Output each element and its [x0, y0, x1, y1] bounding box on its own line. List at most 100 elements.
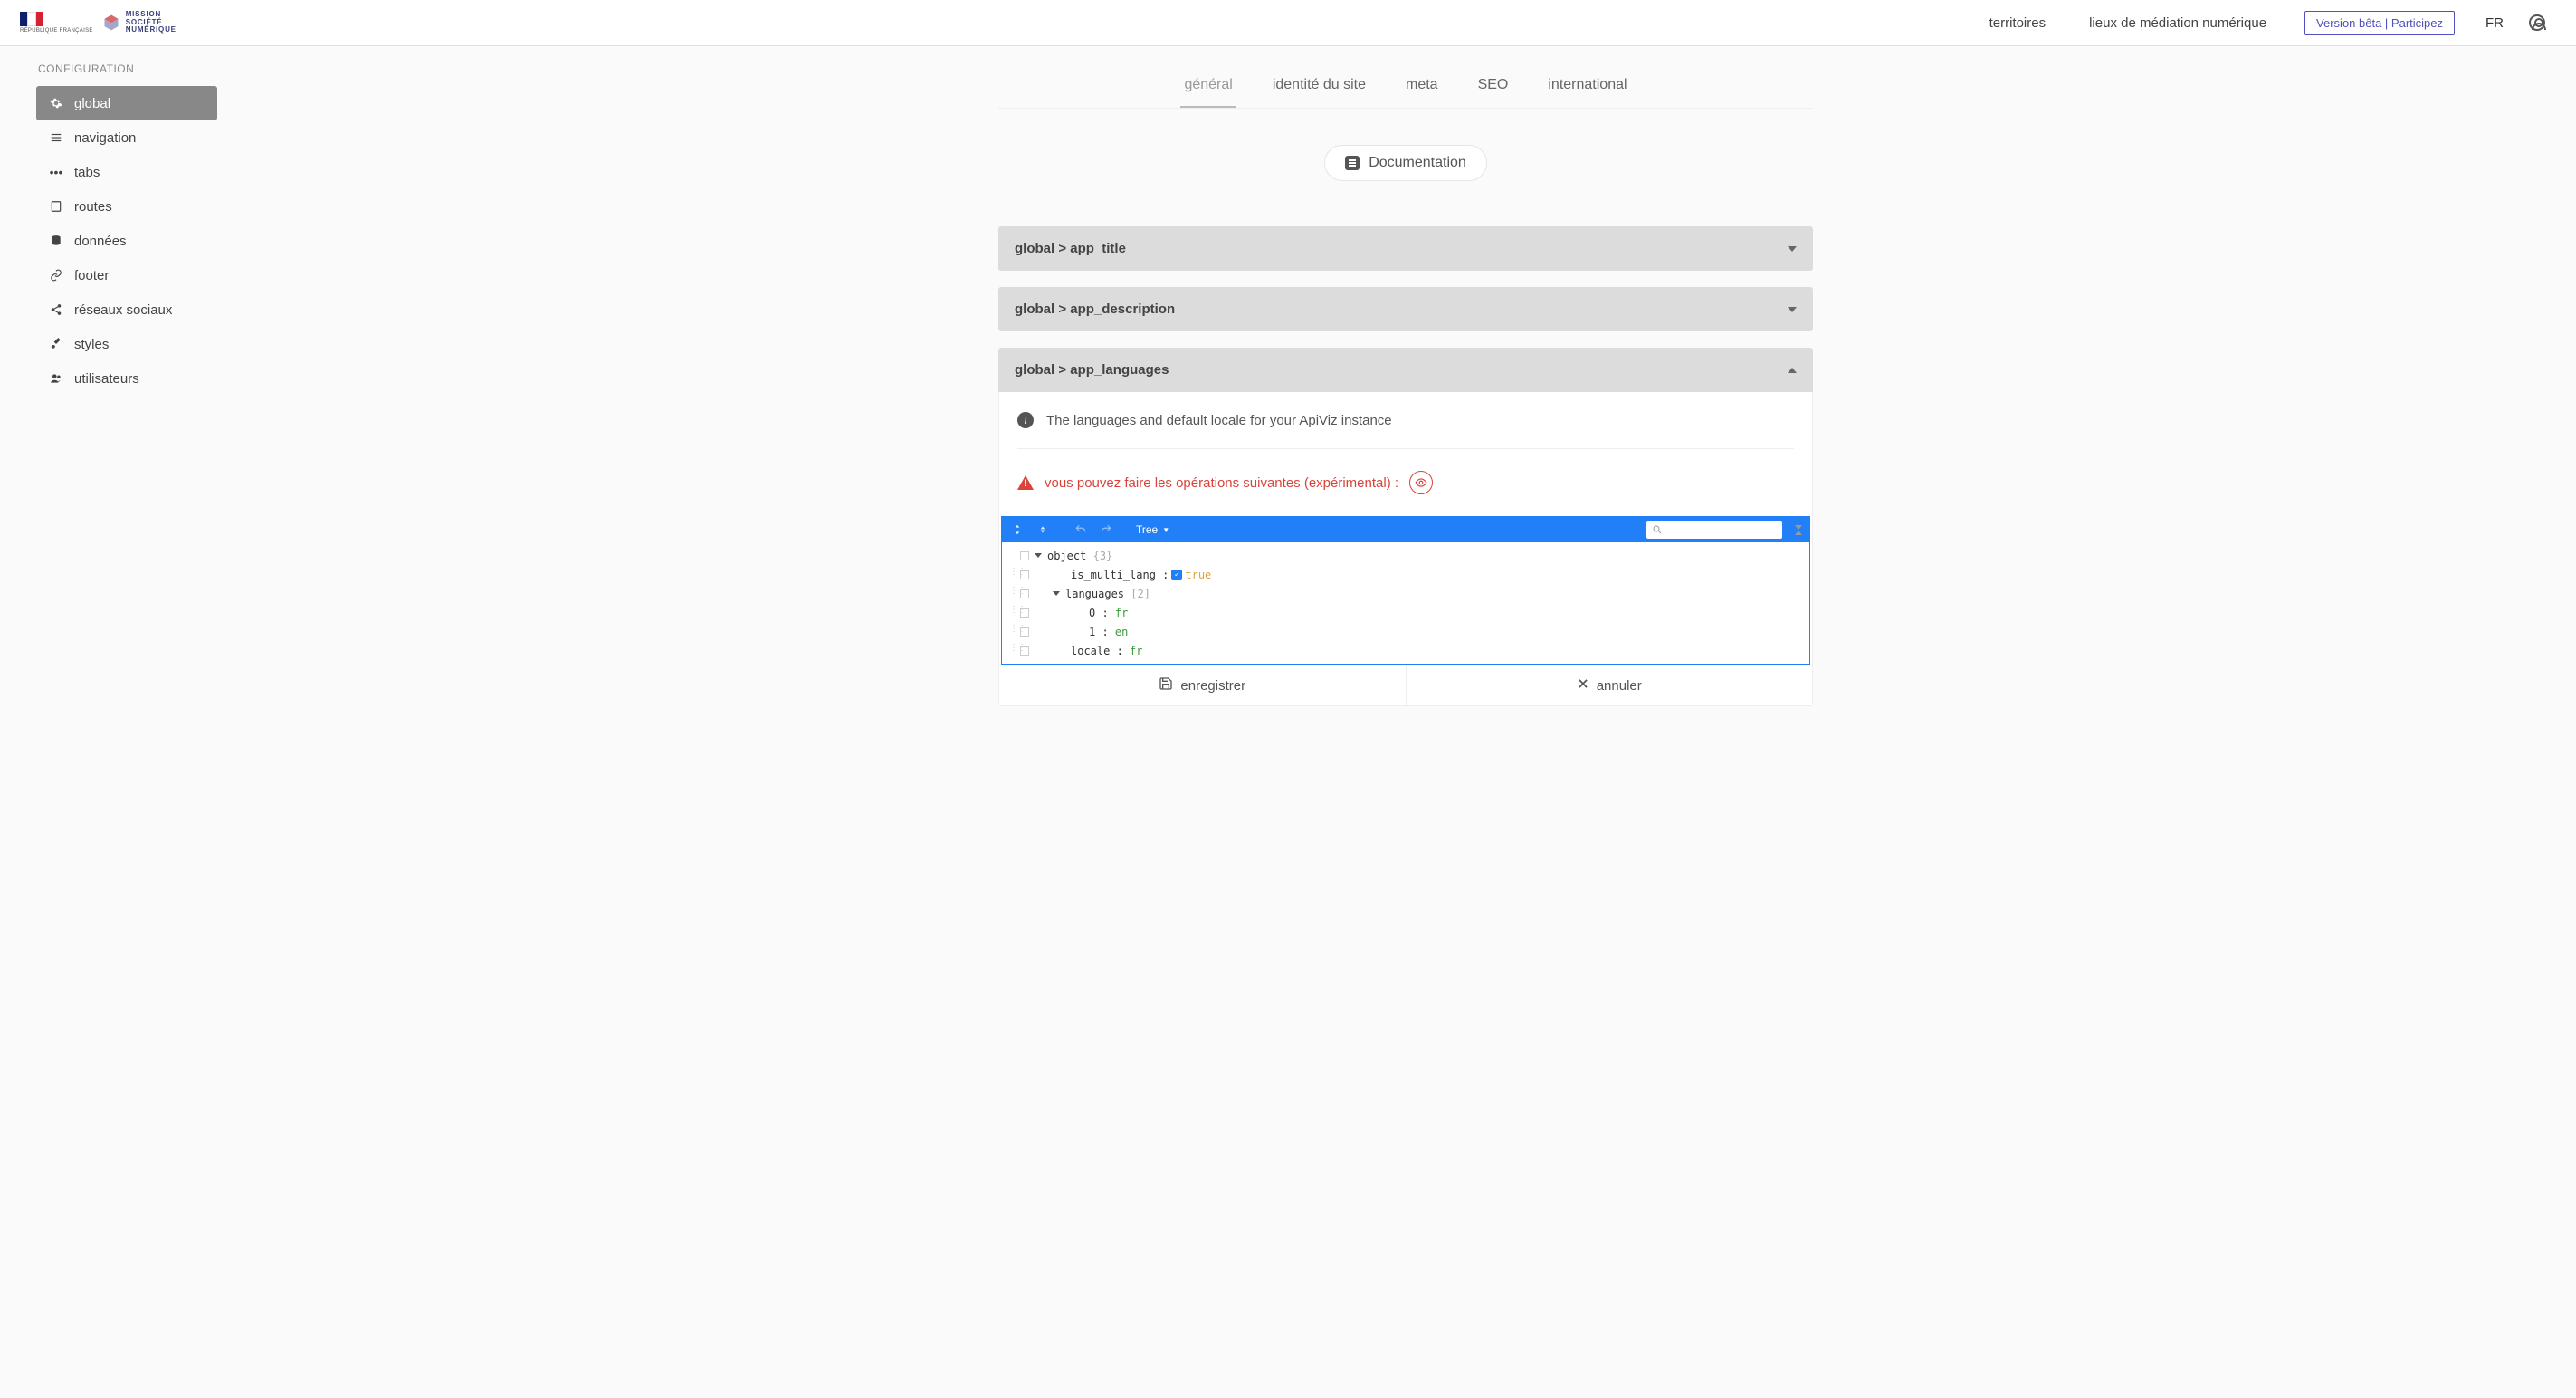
sidebar-item-label: footer [74, 268, 109, 283]
logo-block: RÉPUBLIQUE FRANÇAISE MISSION SOCIÉTÉ NUM… [20, 11, 177, 34]
chevron-down-icon [1788, 307, 1797, 312]
share-icon [49, 302, 63, 317]
json-editor: Tree ▼ [1001, 516, 1810, 665]
book-icon [1345, 156, 1360, 170]
sidebar-item-label: réseaux sociaux [74, 302, 172, 318]
panel-body: i The languages and default locale for y… [998, 392, 1813, 706]
chevron-down-icon [1788, 246, 1797, 252]
context-menu-icon[interactable] [1020, 570, 1029, 579]
nav-territoires[interactable]: territoires [1968, 15, 2068, 31]
sidebar-item-navigation[interactable]: navigation [36, 120, 217, 155]
warning-icon [1017, 475, 1034, 490]
search-nav[interactable] [1795, 525, 1802, 535]
drag-handle-icon[interactable]: ⋮⋮ [1009, 627, 1016, 637]
context-menu-icon[interactable] [1020, 646, 1029, 656]
sidebar-item-reseaux[interactable]: réseaux sociaux [36, 292, 217, 327]
mission-text: MISSION SOCIÉTÉ NUMÉRIQUE [126, 11, 177, 34]
tree-row-root[interactable]: object {3} [1002, 546, 1809, 565]
panel-app-title[interactable]: global > app_title [998, 226, 1813, 271]
page-icon [49, 199, 63, 214]
database-icon [49, 234, 63, 248]
panel-header: global > app_title [1015, 241, 1126, 256]
tab-meta[interactable]: meta [1402, 64, 1442, 108]
tab-general[interactable]: général [1180, 64, 1236, 108]
eye-button[interactable] [1409, 471, 1433, 494]
undo-button[interactable] [1073, 522, 1089, 538]
warn-row: vous pouvez faire les opérations suivant… [999, 449, 1812, 516]
sidebar-item-utilisateurs[interactable]: utilisateurs [36, 361, 217, 396]
language-selector[interactable]: FR [2471, 15, 2518, 31]
json-search-input[interactable] [1646, 521, 1782, 539]
save-icon [1159, 676, 1173, 694]
documentation-label: Documentation [1369, 155, 1466, 171]
panel-app-languages[interactable]: global > app_languages [998, 348, 1813, 392]
mission-logo: MISSION SOCIÉTÉ NUMÉRIQUE [102, 11, 177, 34]
json-tree: object {3} ⋮⋮ is_multi_lang : true [1002, 542, 1809, 664]
redo-button[interactable] [1098, 522, 1114, 538]
tree-row-languages[interactable]: ⋮⋮ languages [2] [1002, 584, 1809, 603]
context-menu-icon[interactable] [1020, 627, 1029, 637]
toggle-icon[interactable] [1053, 591, 1060, 596]
link-icon [49, 268, 63, 282]
gov-text: RÉPUBLIQUE FRANÇAISE [20, 28, 93, 34]
tab-identite[interactable]: identité du site [1269, 64, 1369, 108]
sidebar-item-styles[interactable]: styles [36, 327, 217, 361]
chevron-up-icon [1788, 368, 1797, 373]
sidebar-list: global navigation ••• tabs routes [36, 86, 235, 396]
json-toolbar: Tree ▼ [1002, 517, 1809, 542]
sidebar-item-label: utilisateurs [74, 371, 139, 387]
sidebar-item-donnees[interactable]: données [36, 224, 217, 258]
tree-row-locale[interactable]: ⋮⋮ locale : fr [1002, 641, 1809, 660]
panel-header: global > app_languages [1015, 362, 1169, 378]
checkbox-icon[interactable] [1171, 570, 1182, 580]
cancel-button[interactable]: annuler [1406, 665, 1813, 705]
drag-handle-icon[interactable]: ⋮⋮ [1009, 589, 1016, 599]
sidebar-item-global[interactable]: global [36, 86, 217, 120]
config-sidebar: CONFIGURATION global navigation ••• tabs [0, 46, 235, 759]
sidebar-item-label: navigation [74, 130, 136, 146]
context-menu-icon[interactable] [1020, 608, 1029, 618]
gov-logo: RÉPUBLIQUE FRANÇAISE [20, 12, 93, 34]
gear-icon [49, 96, 63, 110]
info-row: i The languages and default locale for y… [999, 392, 1812, 448]
toggle-icon[interactable] [1035, 553, 1042, 558]
sidebar-item-routes[interactable]: routes [36, 189, 217, 224]
beta-button[interactable]: Version bêta | Participez [2304, 11, 2455, 35]
drag-handle-icon[interactable]: ⋮⋮ [1009, 608, 1016, 618]
mode-dropdown[interactable]: Tree ▼ [1136, 523, 1169, 536]
sidebar-title: CONFIGURATION [36, 62, 235, 75]
sidebar-item-label: tabs [74, 165, 100, 180]
tree-row-multilang[interactable]: ⋮⋮ is_multi_lang : true [1002, 565, 1809, 584]
tab-seo[interactable]: SEO [1474, 64, 1512, 108]
sidebar-item-footer[interactable]: footer [36, 258, 217, 292]
menu-icon [49, 130, 63, 145]
tab-bar: général identité du site meta SEO intern… [998, 64, 1813, 109]
nav-lieux[interactable]: lieux de médiation numérique [2067, 15, 2288, 31]
cancel-label: annuler [1597, 678, 1642, 694]
sidebar-item-tabs[interactable]: ••• tabs [36, 155, 217, 189]
dots-icon: ••• [49, 165, 63, 179]
panel-app-languages-group: global > app_languages i The languages a… [998, 348, 1813, 706]
documentation-button[interactable]: Documentation [1324, 145, 1487, 181]
panel-app-description[interactable]: global > app_description [998, 287, 1813, 331]
save-button[interactable]: enregistrer [999, 665, 1406, 705]
user-icon[interactable] [2529, 14, 2545, 31]
tab-international[interactable]: international [1544, 64, 1630, 108]
tree-row-lang1[interactable]: ⋮⋮ 1 : en [1002, 622, 1809, 641]
main-content: général identité du site meta SEO intern… [989, 46, 1822, 759]
collapse-all-button[interactable] [1035, 522, 1051, 538]
drag-handle-icon[interactable]: ⋮⋮ [1009, 570, 1016, 580]
info-icon: i [1017, 412, 1034, 428]
sidebar-item-label: routes [74, 199, 112, 215]
action-bar: enregistrer annuler [999, 665, 1812, 705]
panel-header: global > app_description [1015, 302, 1175, 317]
context-menu-icon[interactable] [1020, 551, 1029, 560]
sidebar-item-label: styles [74, 337, 109, 352]
close-icon [1577, 677, 1589, 694]
info-text: The languages and default locale for you… [1046, 413, 1392, 428]
tree-row-lang0[interactable]: ⋮⋮ 0 : fr [1002, 603, 1809, 622]
context-menu-icon[interactable] [1020, 589, 1029, 598]
brush-icon [49, 337, 63, 351]
expand-all-button[interactable] [1009, 522, 1026, 538]
sidebar-item-label: données [74, 234, 127, 249]
